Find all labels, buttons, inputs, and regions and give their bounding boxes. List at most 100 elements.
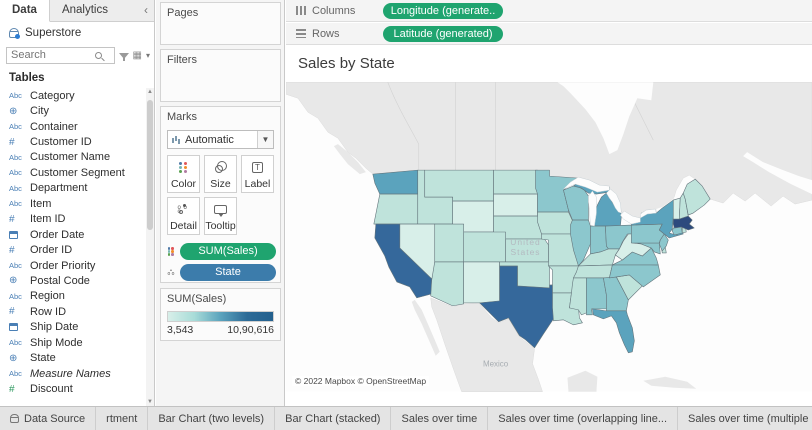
- field-label: Order ID: [30, 244, 72, 256]
- mark-type-caret-icon[interactable]: ▼: [257, 131, 273, 148]
- sheet-tab-bar-chart-two-levels-[interactable]: Bar Chart (two levels): [148, 407, 275, 430]
- sheet-tab-sales-over-time[interactable]: Sales over time: [391, 407, 488, 430]
- rows-icon: [296, 29, 306, 38]
- field-item[interactable]: AbcShip Mode: [0, 335, 146, 350]
- filter-fields-icon[interactable]: [119, 53, 129, 59]
- columns-label: Columns: [312, 5, 355, 17]
- field-item[interactable]: ⊕ City: [0, 103, 146, 118]
- number-field-icon: #: [9, 245, 25, 256]
- field-item[interactable]: #Discount: [0, 381, 146, 396]
- state-UT[interactable]: [435, 224, 464, 262]
- sheet-tab-label: Bar Chart (two levels): [158, 413, 264, 425]
- size-icon: [215, 161, 227, 173]
- field-item[interactable]: Abc Customer Name: [0, 150, 146, 165]
- text-field-icon: Abc: [9, 153, 25, 162]
- state-IA[interactable]: [538, 212, 576, 234]
- sheet-tab-sales-over-time-overlapping-line-[interactable]: Sales over time (overlapping line...: [488, 407, 678, 430]
- field-label: City: [30, 105, 49, 117]
- pill-longitude[interactable]: Longitude (generate..: [383, 3, 503, 19]
- field-item[interactable]: AbcOrder Priority: [0, 258, 146, 273]
- field-item[interactable]: AbcContainer: [0, 119, 146, 134]
- search-icon: [95, 52, 102, 59]
- geo-field-icon: ⊕: [9, 106, 25, 117]
- field-label: Customer ID: [30, 136, 92, 148]
- view-options-icon[interactable]: ▦: [133, 50, 142, 61]
- state-TN[interactable]: [573, 265, 612, 278]
- mark-type-dropdown[interactable]: Automatic ▼: [167, 130, 274, 149]
- color-button[interactable]: Color: [167, 155, 200, 193]
- state-PA[interactable]: [631, 224, 664, 243]
- datasource-row[interactable]: Superstore: [0, 22, 154, 44]
- field-item[interactable]: Order Date: [0, 227, 146, 242]
- sheet-title: Sales by State: [286, 46, 812, 72]
- map-view[interactable]: United States Mexico © 2022 Mapbox © Ope…: [286, 82, 812, 392]
- collapse-pane-icon[interactable]: ‹: [144, 0, 154, 21]
- size-button[interactable]: Size: [204, 155, 237, 193]
- chevron-down-icon[interactable]: ▾: [146, 51, 150, 60]
- state-SD[interactable]: [494, 194, 538, 216]
- number-field-icon: #: [9, 214, 25, 225]
- tooltip-button[interactable]: Tooltip: [204, 197, 237, 235]
- state-OR[interactable]: [374, 194, 418, 224]
- field-item[interactable]: Ship Date: [0, 320, 146, 335]
- search-box[interactable]: [6, 47, 115, 64]
- field-item[interactable]: # Order ID: [0, 242, 146, 257]
- filters-card[interactable]: Filters: [160, 49, 281, 102]
- search-input[interactable]: [7, 49, 93, 61]
- scroll-up-icon[interactable]: ▲: [147, 89, 153, 95]
- choropleth-map[interactable]: United States Mexico: [286, 82, 812, 392]
- size-button-label: Size: [210, 178, 230, 190]
- state-CO[interactable]: [464, 232, 506, 262]
- sheet-tab-rtment[interactable]: rtment: [96, 407, 148, 430]
- field-item[interactable]: AbcMeasure Names: [0, 366, 146, 381]
- state-MT[interactable]: [425, 170, 494, 201]
- field-item[interactable]: ⊕State: [0, 350, 146, 365]
- state-WA[interactable]: [373, 170, 418, 194]
- sheet-tab-bar: Data Source rtment Bar Chart (two levels) B…: [0, 406, 812, 430]
- number-field-icon: #: [9, 306, 25, 317]
- detail-button-label: Detail: [170, 220, 197, 232]
- field-label: Discount: [30, 383, 73, 395]
- field-item[interactable]: AbcDepartment: [0, 181, 146, 196]
- mark-type-value: Automatic: [185, 134, 257, 146]
- map-label-states: States: [511, 247, 541, 257]
- detail-button[interactable]: o o o Detail: [167, 197, 200, 235]
- mark-type-icon: [172, 135, 181, 144]
- field-label: Region: [30, 290, 65, 302]
- pill-state[interactable]: State: [180, 264, 276, 281]
- field-label: Customer Segment: [30, 167, 125, 179]
- field-item[interactable]: AbcCustomer Segment: [0, 165, 146, 180]
- field-item[interactable]: #Item ID: [0, 212, 146, 227]
- state-NM[interactable]: [464, 262, 500, 303]
- field-item[interactable]: ⊕Postal Code: [0, 273, 146, 288]
- sheet-tab-sales-over-time-multiple-rows-[interactable]: Sales over time (multiple rows): [678, 407, 812, 430]
- pill-sum-sales[interactable]: SUM(Sales): [180, 243, 276, 260]
- field-label: Customer Name: [30, 151, 110, 163]
- field-label: Row ID: [30, 306, 66, 318]
- datasource-name: Superstore: [25, 27, 81, 39]
- scrollbar-thumb[interactable]: [147, 100, 153, 230]
- legend-gradient[interactable]: [167, 311, 274, 322]
- tab-data[interactable]: Data: [0, 0, 50, 22]
- columns-shelf[interactable]: Columns Longitude (generate..: [286, 0, 812, 22]
- map-attribution: © 2022 Mapbox © OpenStreetMap: [292, 376, 429, 386]
- scroll-down-icon[interactable]: ▼: [147, 399, 153, 405]
- field-item[interactable]: AbcRegion: [0, 289, 146, 304]
- field-item[interactable]: #Customer ID: [0, 134, 146, 149]
- label-button[interactable]: T Label: [241, 155, 274, 193]
- rows-shelf[interactable]: Rows Latitude (generated): [286, 23, 812, 45]
- state-ND[interactable]: [494, 170, 538, 194]
- date-field-icon: [9, 231, 25, 239]
- field-item[interactable]: AbcItem: [0, 196, 146, 211]
- field-item[interactable]: AbcCategory: [0, 88, 146, 103]
- sheet-tab-bar-chart-stacked-[interactable]: Bar Chart (stacked): [275, 407, 391, 430]
- sheet-tab-data-source[interactable]: Data Source: [0, 407, 96, 430]
- marks-label: Marks: [161, 107, 280, 123]
- sheet-tab-label: rtment: [106, 413, 137, 425]
- field-label: Postal Code: [30, 275, 90, 287]
- pages-card[interactable]: Pages: [160, 2, 281, 45]
- field-item[interactable]: # Row ID: [0, 304, 146, 319]
- pill-latitude[interactable]: Latitude (generated): [383, 26, 503, 42]
- tab-analytics[interactable]: Analytics: [50, 0, 120, 21]
- field-list-scrollbar[interactable]: ▲ ▼: [146, 88, 154, 406]
